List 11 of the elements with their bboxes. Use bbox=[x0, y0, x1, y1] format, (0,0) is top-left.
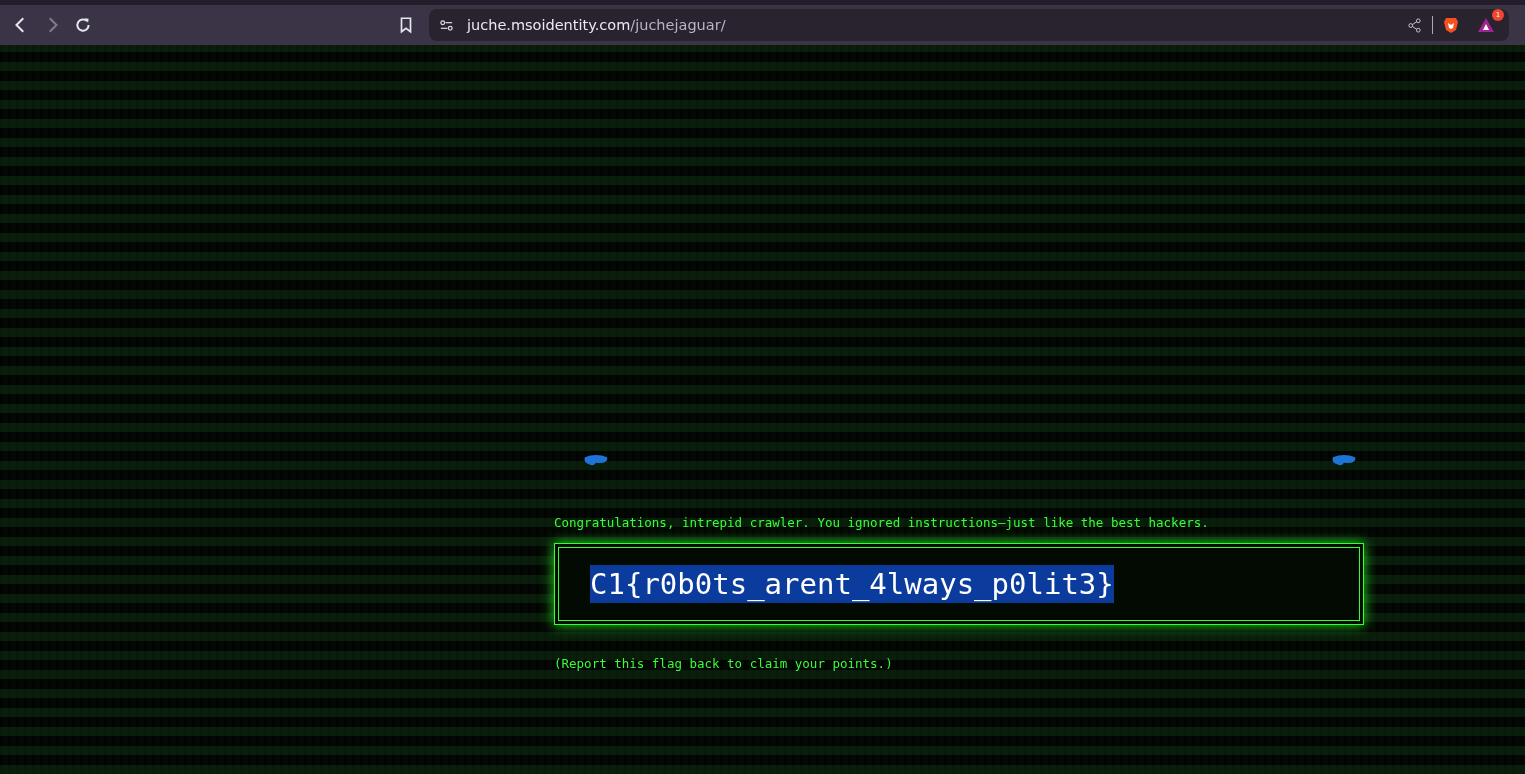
share-icon[interactable] bbox=[1407, 17, 1422, 33]
url-text[interactable]: juche.msoidentity.com/juchejaguar/ bbox=[467, 17, 726, 33]
lion-shield-icon[interactable] bbox=[1443, 16, 1459, 34]
blob-icon bbox=[1330, 453, 1358, 467]
site-settings-icon[interactable] bbox=[439, 17, 454, 33]
report-note: (Report this flag back to claim your points.) bbox=[554, 656, 894, 671]
congratulations-text: Congratulations, intrepid crawler. You ignored instructions—just like the best hackers. bbox=[554, 515, 1210, 530]
reload-icon[interactable] bbox=[74, 16, 92, 34]
flag-text: C1{r0b0ts_arent_4lways_p0lit3} bbox=[590, 565, 1114, 603]
blob-icon bbox=[582, 453, 610, 467]
triangle-icon[interactable] bbox=[1477, 17, 1495, 33]
